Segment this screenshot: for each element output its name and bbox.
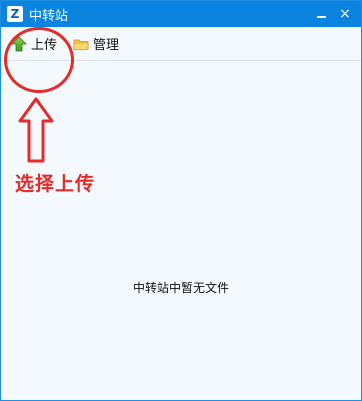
manage-button[interactable]: 管理	[69, 32, 123, 56]
title-bar: Z 中转站 ×	[1, 1, 361, 27]
window-controls: ×	[307, 1, 355, 27]
close-button[interactable]: ×	[335, 4, 355, 24]
minimize-icon	[316, 16, 326, 18]
upload-label: 上传	[31, 38, 58, 53]
app-logo-icon: Z	[7, 6, 23, 22]
close-icon: ×	[339, 6, 351, 22]
app-logo-letter: Z	[10, 7, 20, 21]
annotation-label: 选择上传	[15, 173, 96, 195]
empty-state-message: 中转站中暂无文件	[132, 281, 229, 295]
transfer-station-window: Z 中转站 × 上传 管理 选择上传 中转站中暂无文件	[0, 0, 362, 401]
minimize-button[interactable]	[311, 4, 331, 24]
toolbar: 上传 管理	[1, 27, 361, 61]
manage-label: 管理	[93, 38, 120, 53]
annotation-arrow-icon	[18, 97, 54, 163]
folder-icon	[73, 36, 89, 52]
window-title: 中转站	[29, 8, 69, 24]
upload-arrow-icon	[11, 35, 27, 52]
upload-button[interactable]: 上传	[7, 32, 61, 56]
